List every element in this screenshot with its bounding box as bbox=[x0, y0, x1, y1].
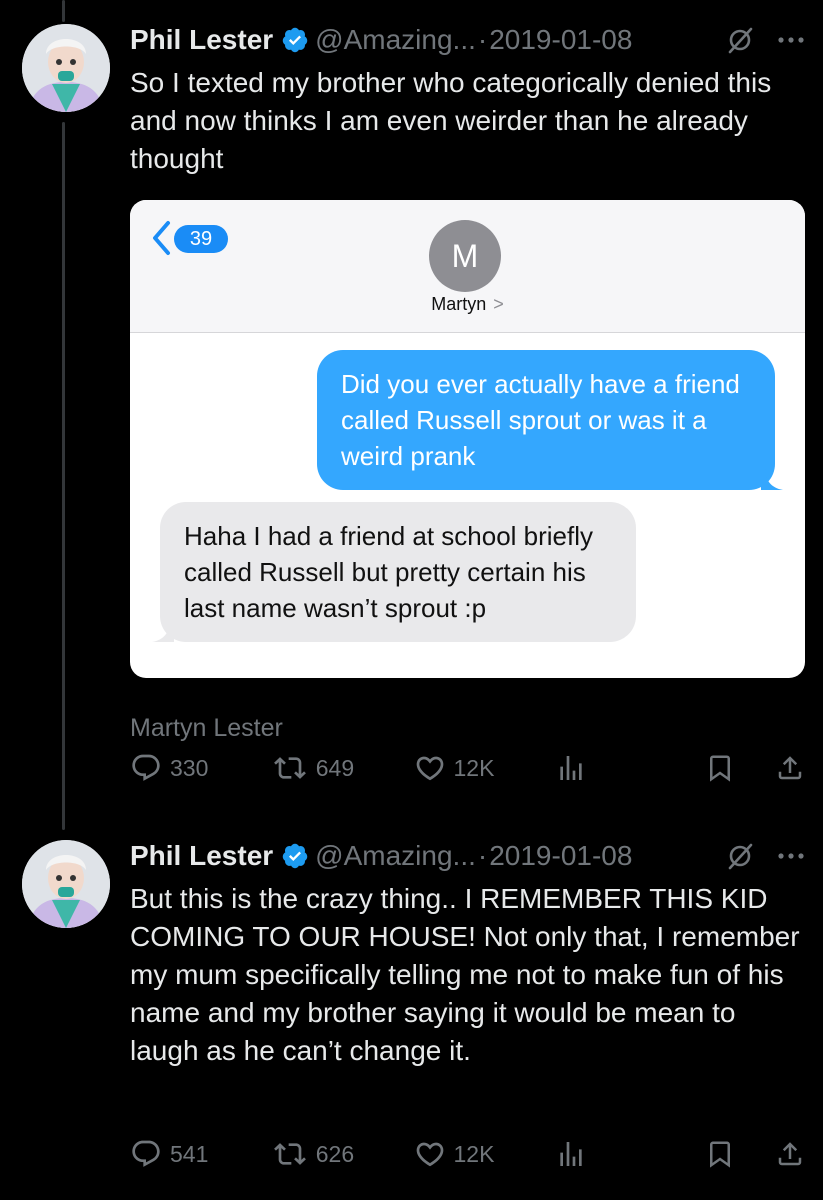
like-icon bbox=[416, 1142, 443, 1167]
retweet-icon bbox=[273, 757, 306, 779]
reply-icon bbox=[132, 1140, 160, 1167]
contact-name-row: Martyn > bbox=[130, 294, 805, 315]
verified-badge-icon bbox=[281, 26, 309, 54]
contact-name: Martyn bbox=[431, 294, 487, 314]
share-icon bbox=[778, 1142, 802, 1166]
reply-button[interactable]: 541 bbox=[130, 1138, 272, 1170]
retweet-icon bbox=[273, 1143, 306, 1165]
like-button[interactable]: 12K bbox=[414, 752, 556, 784]
tweet-actions: 330 649 12K bbox=[130, 748, 805, 788]
more-icon[interactable] bbox=[777, 852, 805, 860]
retweet-button[interactable]: 626 bbox=[272, 1138, 414, 1170]
author-handle[interactable]: @Amazing... bbox=[315, 840, 476, 872]
tweet-actions: 541 626 12K bbox=[130, 1134, 805, 1174]
thread-line bbox=[62, 122, 65, 830]
retweet-button[interactable]: 649 bbox=[272, 752, 414, 784]
retweet-count: 626 bbox=[315, 1140, 355, 1167]
like-count: 12K bbox=[453, 1140, 495, 1167]
bookmark-button[interactable] bbox=[705, 752, 735, 784]
like-count: 12K bbox=[453, 754, 495, 781]
retweet-count: 649 bbox=[315, 754, 355, 781]
received-message-bubble: Haha I had a friend at school briefly ca… bbox=[152, 502, 636, 642]
contact-chevron: > bbox=[493, 294, 504, 314]
received-message-text: Haha I had a friend at school briefly ca… bbox=[184, 521, 594, 623]
separator-dot: · bbox=[477, 840, 488, 871]
back-chevron-icon bbox=[153, 221, 170, 255]
share-button[interactable] bbox=[775, 1138, 805, 1170]
grok-icon[interactable] bbox=[725, 25, 755, 55]
more-icon[interactable] bbox=[777, 36, 805, 44]
author-handle[interactable]: @Amazing... bbox=[315, 24, 476, 56]
tweet-image[interactable]: 39 M Martyn > Did you ever actually have… bbox=[130, 200, 805, 678]
like-button[interactable]: 12K bbox=[414, 1138, 556, 1170]
contact-avatar: M bbox=[429, 220, 501, 292]
tweet-text: So I texted my brother who categorically… bbox=[130, 67, 772, 174]
reply-icon bbox=[132, 754, 160, 781]
bookmark-icon bbox=[710, 755, 730, 782]
tweet-text: But this is the crazy thing.. I REMEMBER… bbox=[130, 883, 800, 1066]
views-icon bbox=[560, 1142, 582, 1166]
avatar[interactable] bbox=[22, 24, 110, 112]
views-icon bbox=[560, 756, 582, 780]
reply-button[interactable]: 330 bbox=[130, 752, 272, 784]
separator-dot: · bbox=[477, 24, 488, 55]
thread-line-top bbox=[62, 0, 65, 22]
grok-icon[interactable] bbox=[725, 841, 755, 871]
bubble-tail bbox=[152, 620, 174, 642]
views-button[interactable] bbox=[555, 1138, 705, 1170]
bookmark-icon bbox=[710, 1141, 730, 1168]
like-icon bbox=[416, 756, 443, 781]
share-icon bbox=[778, 756, 802, 780]
author-name[interactable]: Phil Lester bbox=[130, 24, 273, 56]
tweet-date[interactable]: 2019-01-08 bbox=[489, 24, 632, 56]
share-button[interactable] bbox=[775, 752, 805, 784]
tweet-date[interactable]: 2019-01-08 bbox=[489, 840, 632, 872]
avatar[interactable] bbox=[22, 840, 110, 928]
views-button[interactable] bbox=[555, 752, 705, 784]
sent-message-text: Did you ever actually have a friend call… bbox=[341, 369, 740, 471]
unread-count-badge: 39 bbox=[174, 225, 228, 253]
image-caption: Martyn Lester bbox=[130, 714, 283, 742]
reply-count: 541 bbox=[170, 1140, 209, 1167]
bookmark-button[interactable] bbox=[705, 1138, 735, 1170]
bubble-tail bbox=[761, 468, 783, 490]
imessage-header: 39 M Martyn > bbox=[130, 200, 805, 333]
verified-badge-icon bbox=[281, 842, 309, 870]
sent-message-bubble: Did you ever actually have a friend call… bbox=[317, 350, 783, 490]
reply-count: 330 bbox=[170, 754, 209, 781]
author-name[interactable]: Phil Lester bbox=[130, 840, 273, 872]
